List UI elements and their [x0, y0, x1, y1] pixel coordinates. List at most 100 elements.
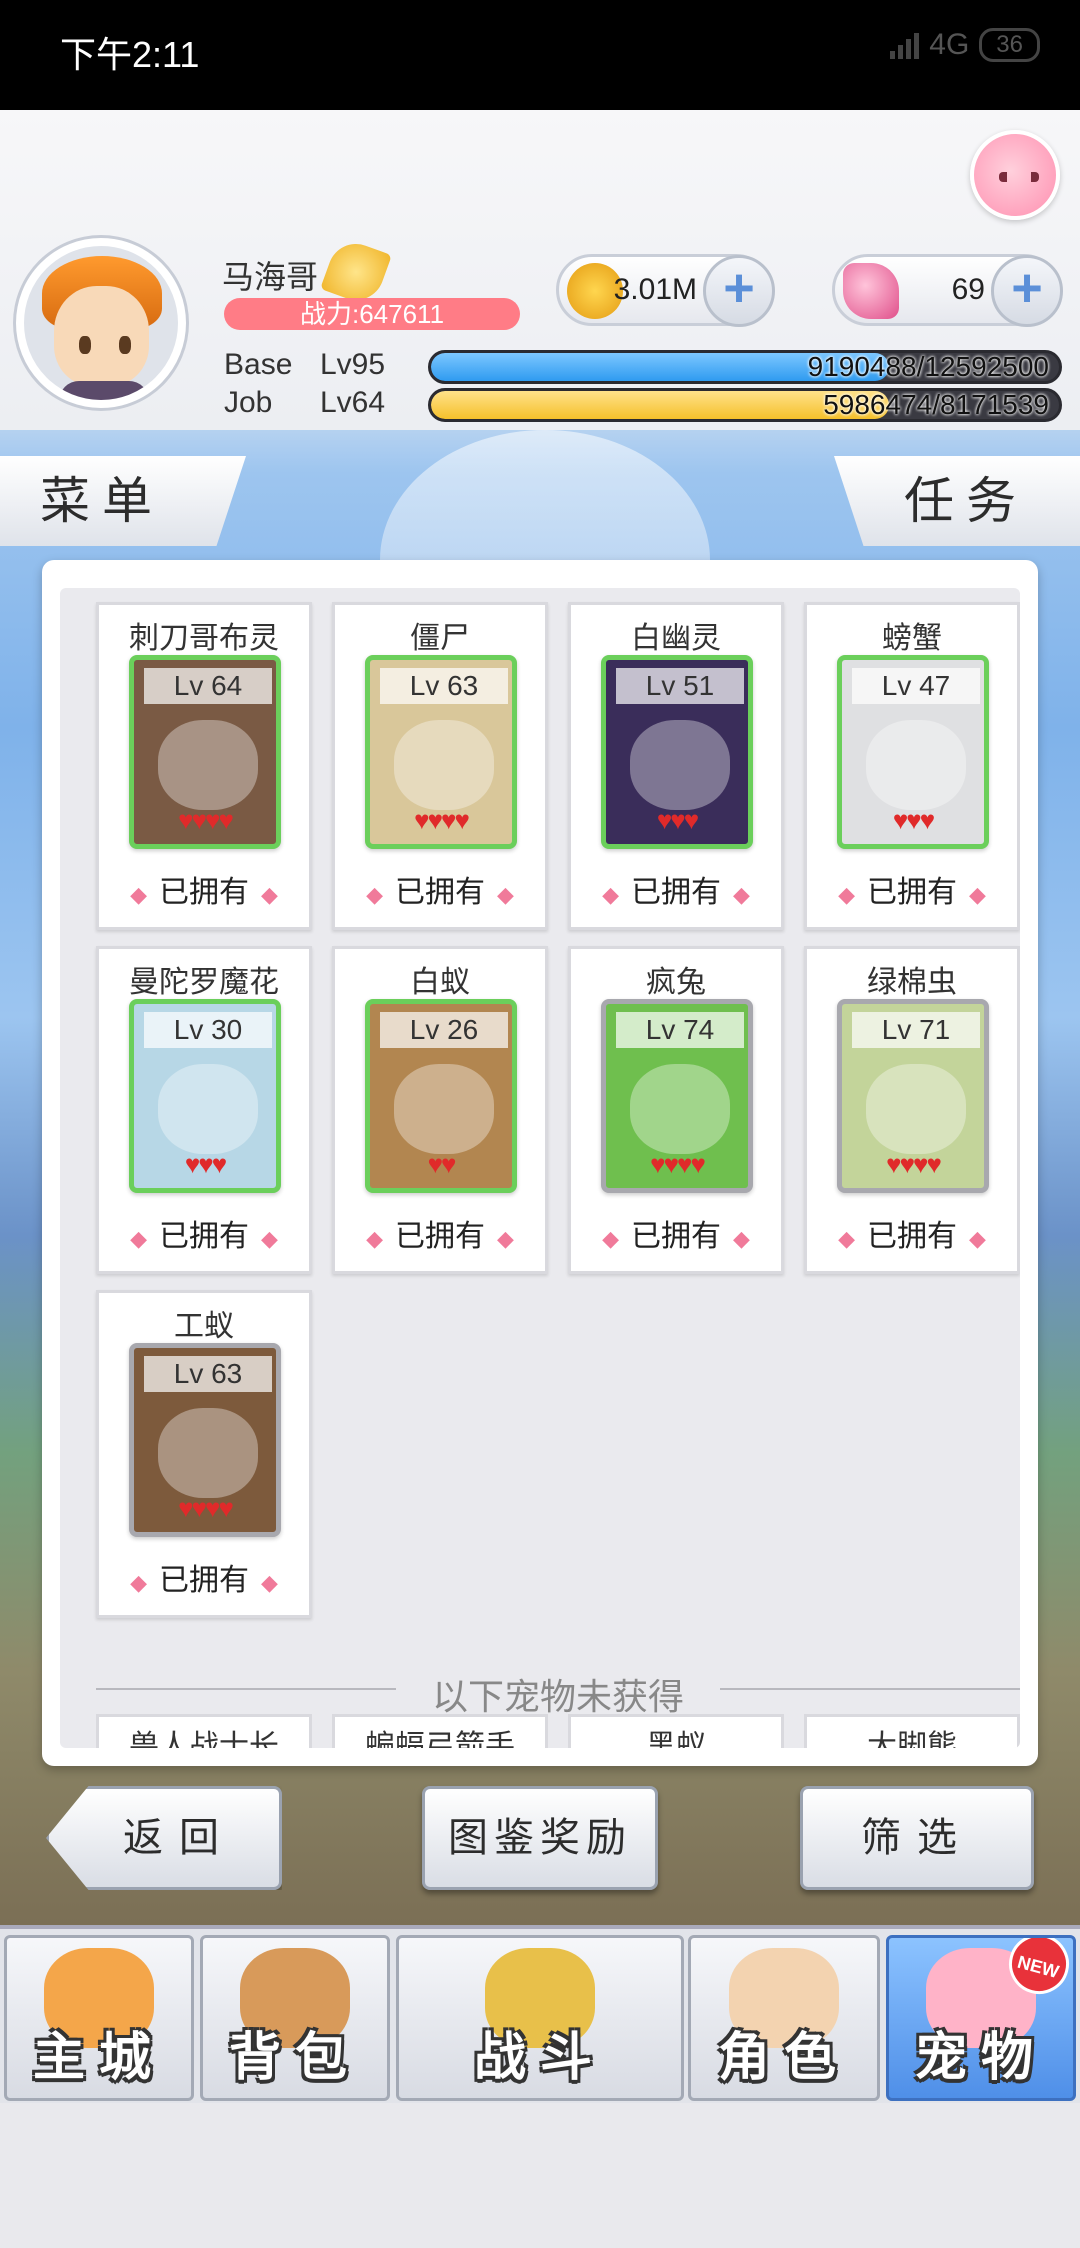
pet-portrait: Lv 63 ♥♥♥♥ [365, 655, 517, 849]
status-right: 4G 36 [890, 28, 1040, 62]
pet-card[interactable]: 绿棉虫 Lv 71 ♥♥♥♥ ◆ 已拥有 ◆ [804, 946, 1020, 1274]
diamond-icon: ◆ [261, 1570, 278, 1595]
pet-card[interactable]: 螃蟹 Lv 47 ♥♥♥ ◆ 已拥有 ◆ [804, 602, 1020, 930]
nav-label: 背包 [228, 2029, 361, 2087]
pet-card[interactable]: 僵尸 Lv 63 ♥♥♥♥ ◆ 已拥有 ◆ [332, 602, 548, 930]
owned-label: 已拥有 [159, 1564, 249, 1597]
diamond-icon: ◆ [969, 1226, 986, 1251]
base-exp-bar: 9190488/12592500 [428, 350, 1062, 384]
pet-portrait: Lv 51 ♥♥♥ [601, 655, 753, 849]
pet-level: Lv 74 [616, 1012, 744, 1048]
diamond-icon: ◆ [838, 1226, 855, 1251]
diamond-icon: ◆ [602, 882, 619, 907]
pet-portrait: Lv 63 ♥♥♥♥ [129, 1343, 281, 1537]
pet-name: 白蚁 [410, 966, 470, 999]
nav-backpack[interactable]: 背包 [200, 1935, 390, 2101]
filter-button[interactable]: 筛选 [800, 1786, 1034, 1890]
locked-pet-card[interactable]: 兽人战士长 [96, 1714, 312, 1748]
collection-reward-button[interactable]: 图鉴奖励 [422, 1786, 658, 1890]
job-exp-text: 5986474/8171539 [823, 389, 1049, 420]
pet-illustration [158, 1408, 258, 1498]
pet-illustration [394, 720, 494, 810]
pet-level: Lv 47 [852, 668, 980, 704]
pet-illustration [630, 1064, 730, 1154]
base-level-row: Base Lv95 [224, 348, 385, 382]
job-exp-bar: 5986474/8171539 [428, 388, 1062, 422]
pet-hearts: ♥♥♥♥ [414, 805, 470, 835]
signal-icon [890, 31, 920, 59]
gem-icon [843, 263, 899, 319]
pet-collection-panel: 以下宠物未获得 刺刀哥布灵 Lv 64 ♥♥♥♥ ◆ 已拥有 ◆ 僵尸 Lv 63 ♥♥♥♥ ◆ 已… [42, 560, 1038, 1766]
pet-name: 白幽灵 [631, 622, 721, 655]
diamond-icon: ◆ [497, 1226, 514, 1251]
nav-pet[interactable]: 宠物 NEW [886, 1935, 1076, 2101]
pet-card[interactable]: 白蚁 Lv 26 ♥♥ ◆ 已拥有 ◆ [332, 946, 548, 1274]
pet-name: 兽人战士长 [129, 1730, 279, 1748]
pet-hearts: ♥♥♥♥ [178, 805, 234, 835]
pet-level: Lv 64 [144, 668, 272, 704]
pet-portrait: Lv 26 ♥♥ [365, 999, 517, 1193]
owned-status: ◆ 已拥有 ◆ [807, 867, 1017, 911]
diamond-icon: ◆ [602, 1226, 619, 1251]
owned-status: ◆ 已拥有 ◆ [99, 1211, 309, 1255]
owned-label: 已拥有 [631, 1220, 721, 1253]
pet-grid[interactable]: 以下宠物未获得 刺刀哥布灵 Lv 64 ♥♥♥♥ ◆ 已拥有 ◆ 僵尸 Lv 63 ♥♥♥♥ ◆ 已… [60, 588, 1020, 1748]
owned-label: 已拥有 [159, 1220, 249, 1253]
diamond-icon: ◆ [733, 1226, 750, 1251]
nav-castle[interactable]: 主城 [4, 1935, 194, 2101]
pet-illustration [866, 1064, 966, 1154]
diamond-icon: ◆ [130, 882, 147, 907]
pet-level: Lv 71 [852, 1012, 980, 1048]
gem-currency: 69 + [832, 254, 1063, 327]
pet-hearts: ♥♥♥ [656, 805, 699, 835]
nav-character[interactable]: 角色 [688, 1935, 880, 2101]
nav-label: 角色 [717, 2029, 850, 2087]
pet-level: Lv 51 [616, 668, 744, 704]
diamond-icon: ◆ [838, 882, 855, 907]
job-level: Lv64 [320, 386, 386, 419]
footer-area [0, 2103, 1080, 2248]
pet-illustration [630, 720, 730, 810]
menu-tab[interactable]: 菜单 [0, 456, 246, 546]
pet-hearts: ♥♥♥ [892, 805, 935, 835]
pet-name: 大脚熊 [867, 1730, 957, 1748]
back-button[interactable]: 返回 [46, 1786, 282, 1890]
add-gold-button[interactable]: + [703, 255, 775, 327]
diamond-icon: ◆ [366, 1226, 383, 1251]
diamond-icon: ◆ [261, 1226, 278, 1251]
network-type: 4G [929, 28, 970, 61]
diamond-icon: ◆ [261, 882, 278, 907]
job-label: Job [224, 386, 273, 419]
locked-pet-card[interactable]: 蝙蝠弓箭手 [332, 1714, 548, 1748]
base-level: Lv95 [320, 348, 386, 381]
pet-name: 疯兔 [646, 966, 706, 999]
owned-status: ◆ 已拥有 ◆ [571, 867, 781, 911]
pet-card[interactable]: 曼陀罗魔花 Lv 30 ♥♥♥ ◆ 已拥有 ◆ [96, 946, 312, 1274]
nav-label: 主城 [32, 2029, 165, 2087]
status-bar: 下午2:11 4G 36 [0, 0, 1080, 110]
locked-pet-card[interactable]: 黑蚁 [568, 1714, 784, 1748]
owned-status: ◆ 已拥有 ◆ [807, 1211, 1017, 1255]
gold-currency: 3.01M + [556, 254, 775, 327]
add-gem-button[interactable]: + [991, 255, 1063, 327]
pet-shortcut-icon[interactable] [970, 130, 1060, 220]
avatar[interactable] [16, 238, 186, 408]
pet-card[interactable]: 白幽灵 Lv 51 ♥♥♥ ◆ 已拥有 ◆ [568, 602, 784, 930]
locked-pet-card[interactable]: 大脚熊 [804, 1714, 1020, 1748]
owned-label: 已拥有 [867, 876, 957, 909]
nav-battle[interactable]: 战斗 [396, 1935, 684, 2101]
task-tab[interactable]: 任务 [834, 456, 1080, 546]
bottom-nav: 主城 背包 战斗 角色 宠物 NEW [0, 1925, 1080, 2103]
pet-hearts: ♥♥♥♥ [886, 1149, 942, 1179]
pet-card[interactable]: 刺刀哥布灵 Lv 64 ♥♥♥♥ ◆ 已拥有 ◆ [96, 602, 312, 930]
pet-level: Lv 63 [144, 1356, 272, 1392]
not-obtained-divider: 以下宠物未获得 [96, 1668, 1020, 1717]
pet-card[interactable]: 疯兔 Lv 74 ♥♥♥♥ ◆ 已拥有 ◆ [568, 946, 784, 1274]
pet-level: Lv 30 [144, 1012, 272, 1048]
pet-hearts: ♥♥♥♥ [178, 1493, 234, 1523]
gold-amount: 3.01M [613, 273, 697, 306]
pet-illustration [394, 1064, 494, 1154]
owned-status: ◆ 已拥有 ◆ [99, 867, 309, 911]
pet-card[interactable]: 工蚁 Lv 63 ♥♥♥♥ ◆ 已拥有 ◆ [96, 1290, 312, 1618]
diamond-icon: ◆ [130, 1226, 147, 1251]
